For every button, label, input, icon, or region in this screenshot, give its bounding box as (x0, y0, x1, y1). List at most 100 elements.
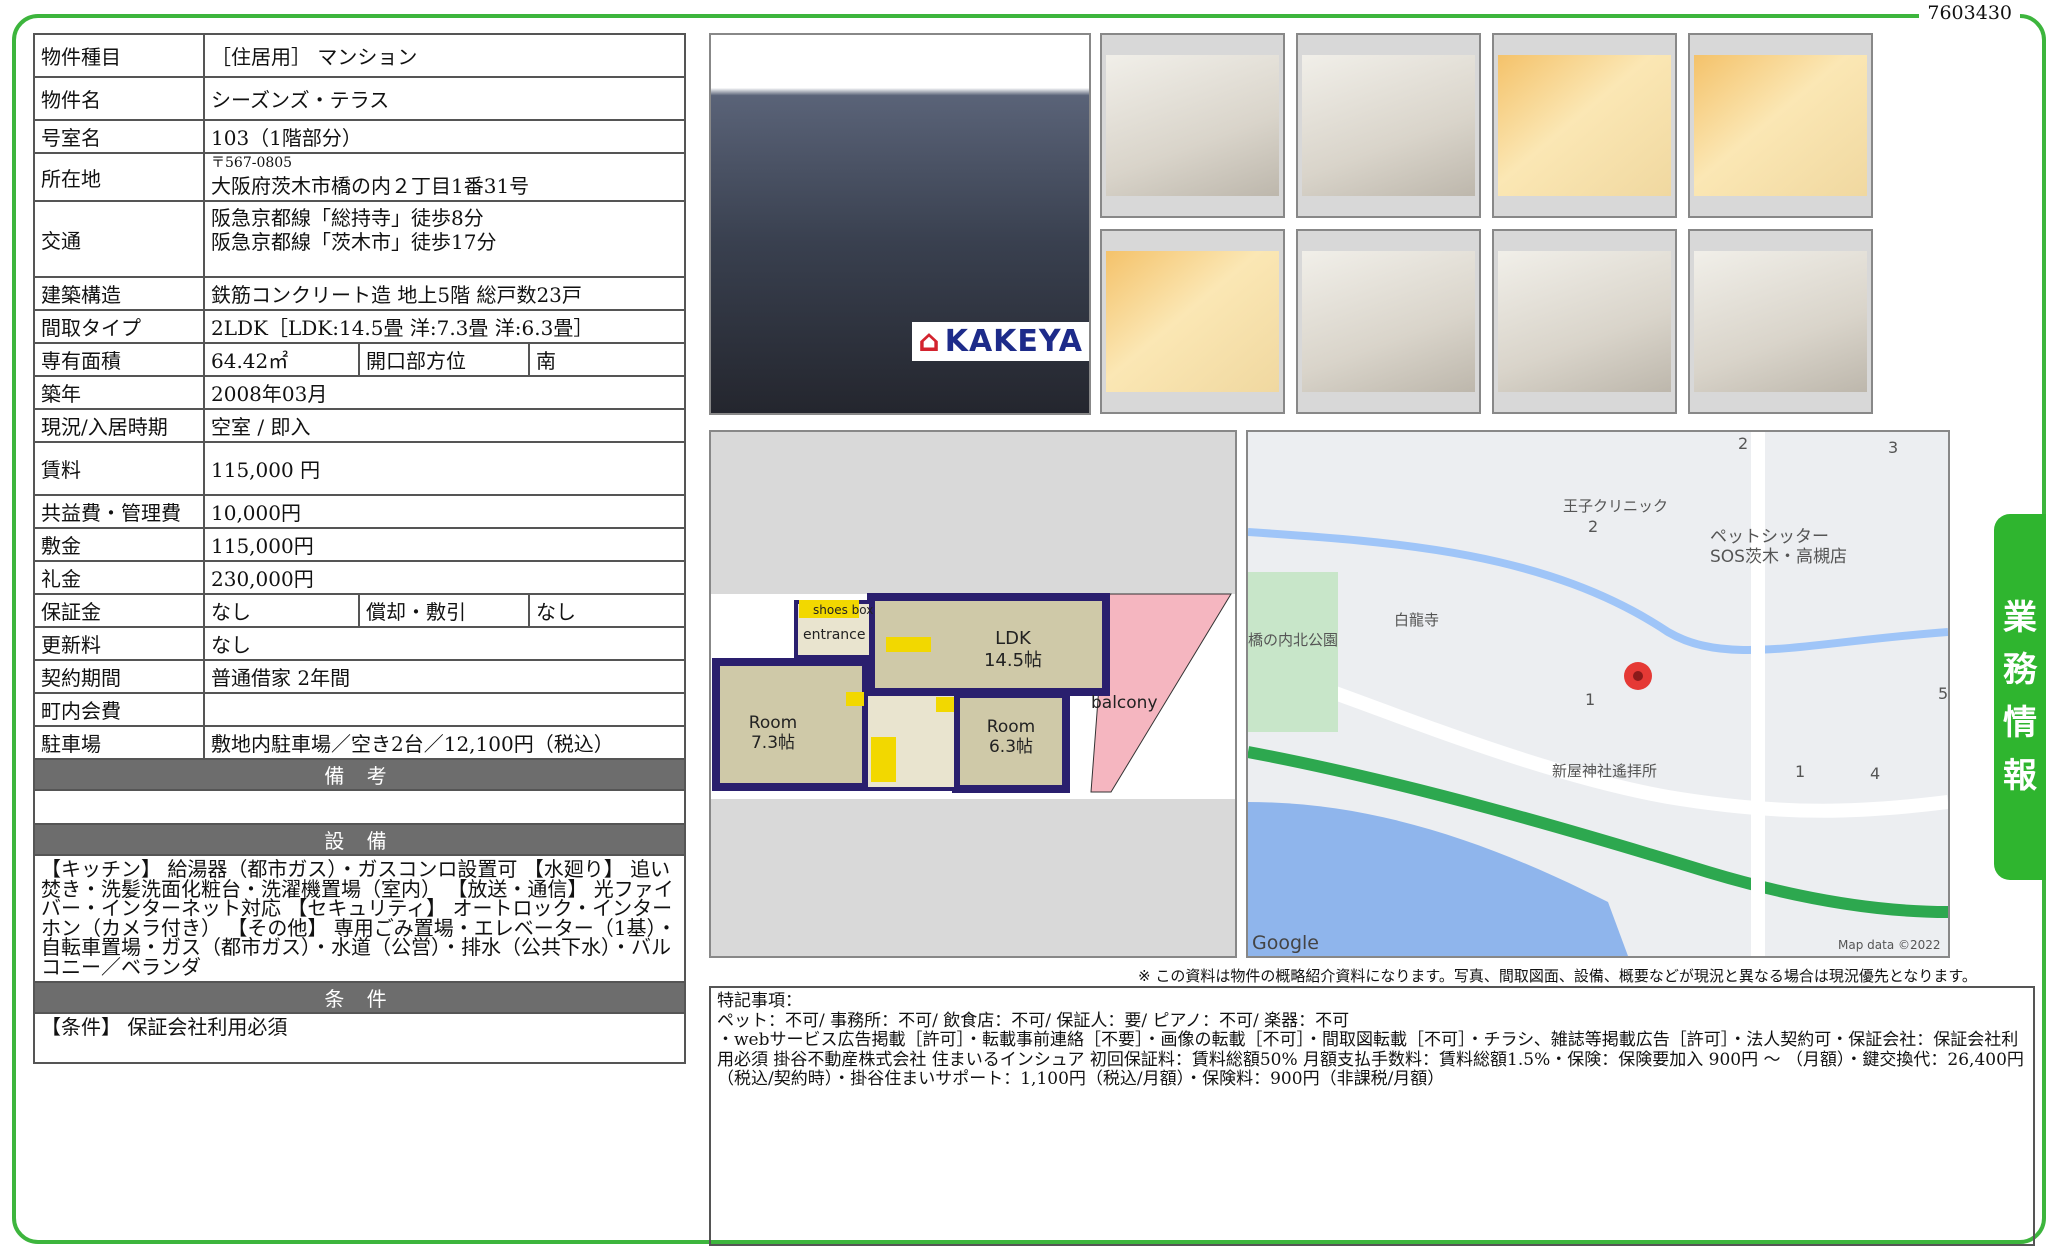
tab-char: 業 (2003, 597, 2037, 638)
room-photo[interactable] (1100, 33, 1285, 218)
park-label: 橋の内北公園 (1248, 631, 1339, 649)
storage-image (1694, 251, 1867, 392)
guarantee-value: なし (203, 593, 360, 628)
bath-photo[interactable] (1492, 33, 1677, 218)
fee-value: 10,000円 (203, 494, 686, 529)
access-line: 阪急京都線「総持寺」徒歩8分 (211, 206, 484, 230)
room2-label: Room (987, 717, 1035, 737)
room-label: 号室名 (33, 119, 205, 154)
block-number: 2 (1738, 434, 1749, 453)
business-info-tab[interactable]: 業 務 情 報 (1994, 514, 2046, 880)
remarks-header: 備 考 (33, 758, 686, 791)
orientation-value: 南 (528, 342, 686, 377)
rent-value: 115,000 円 (203, 441, 686, 496)
toilet-photo[interactable] (1688, 33, 1873, 218)
petsitter-branch-label: SOS茨木・高槻店 (1710, 547, 1847, 567)
closet-photo[interactable] (1492, 229, 1677, 414)
amortization-label: 償却・敷引 (358, 593, 530, 628)
kitchen-photo[interactable] (1296, 33, 1481, 218)
contract-value: 普通借家 2年間 (203, 659, 686, 694)
special-notes-line: ペット：不可/ 事務所：不可/ 飲食店：不可/ 保証人：要/ ピアノ：不可/ 楽… (717, 1010, 1350, 1031)
deposit-value: 115,000円 (203, 527, 686, 562)
hallway-photo[interactable] (1296, 229, 1481, 414)
block-number: 3 (1888, 438, 1899, 457)
house-icon: ⌂ (918, 324, 941, 359)
guarantee-label: 保証金 (33, 593, 205, 628)
deposit-label: 敷金 (33, 527, 205, 562)
block-number: 5 (1938, 684, 1949, 703)
town-fee-value (203, 692, 686, 727)
town-fee-label: 町内会費 (33, 692, 205, 727)
facilities-text: 【キッチン】 給湯器（都市ガス）・ガスコンロ設置可 【水廻り】 追い焚き・洗髪洗… (33, 854, 686, 983)
status-value: 空室 / 即入 (203, 408, 686, 443)
structure-label: 建築構造 (33, 276, 205, 311)
ldk-label: LDK (995, 628, 1032, 649)
shoes-box-label: shoes box (813, 603, 873, 617)
rent-label: 賃料 (33, 441, 205, 496)
kakeya-logo: ⌂ KAKEYA (912, 322, 1089, 361)
conditions-header: 条 件 (33, 981, 686, 1014)
status-label: 現況/入居時期 (33, 408, 205, 443)
logo-text: KAKEYA (944, 324, 1083, 359)
name-label: 物件名 (33, 76, 205, 121)
structure-value: 鉄筋コンクリート造 地上5階 総戸数23戸 (203, 276, 686, 311)
block-number: 2 (1588, 517, 1599, 536)
key-money-label: 礼金 (33, 560, 205, 595)
balcony-label: balcony (1091, 693, 1158, 713)
address-value: 大阪府茨木市橋の内２丁目1番31号 (211, 173, 530, 198)
facilities-header: 設 備 (33, 823, 686, 856)
name-value: シーズンズ・テラス (203, 76, 686, 121)
layout-label: 間取タイプ (33, 309, 205, 344)
remarks-content (33, 789, 686, 825)
layout-value: 2LDK［LDK:14.5畳 洋:7.3畳 洋:6.3畳］ (203, 309, 686, 344)
storage-photo[interactable] (1688, 229, 1873, 414)
area-label: 専有面積 (33, 342, 205, 377)
type-label: 物件種目 (33, 33, 205, 78)
address-cell: 〒567-0805 大阪府茨木市橋の内２丁目1番31号 (203, 152, 686, 202)
built-label: 築年 (33, 375, 205, 410)
special-notes-line: ・webサービス広告掲載［許可］・転載事前連絡［不要］・画像の転載［不可］・間取… (717, 1030, 2024, 1089)
document-id: 7603430 (1919, 2, 2020, 24)
area-value: 64.42㎡ (203, 342, 360, 377)
block-number: 1 (1585, 690, 1596, 709)
kitchen-image (1302, 55, 1475, 196)
closet-image (1498, 251, 1671, 392)
tab-char: 情 (2003, 703, 2037, 743)
tab-char: 報 (2003, 755, 2037, 796)
clinic-label: 王子クリニック (1563, 497, 1669, 515)
fee-label: 共益費・管理費 (33, 494, 205, 529)
temple-label: 白龍寺 (1394, 611, 1440, 629)
block-number: 1 (1795, 762, 1806, 781)
google-logo: Google (1252, 932, 1320, 954)
property-table: 物件種目 ［住居用］ マンション 物件名 シーズンズ・テラス 号室名 103（1階部分… (33, 33, 686, 1064)
disclaimer: ※ この資料は物件の概略紹介資料になります。写真、間取図面、設備、概要などが現況… (1138, 967, 1977, 985)
bath-image (1498, 55, 1671, 196)
floor-plan[interactable]: shoes box entrance LDK 14.5帖 Room 7.3帖 R… (709, 430, 1237, 958)
parking-label: 駐車場 (33, 725, 205, 760)
room1-size: 7.3帖 (751, 733, 795, 753)
built-value: 2008年03月 (203, 375, 686, 410)
amortization-value: なし (528, 593, 686, 628)
block-number: 4 (1870, 764, 1881, 783)
room2-size: 6.3帖 (989, 737, 1033, 757)
address-label: 所在地 (33, 152, 205, 202)
location-map[interactable]: 王子クリニック ペットシッター SOS茨木・高槻店 橋の内北公園 白龍寺 新屋神… (1246, 430, 1950, 958)
washroom-image (1106, 251, 1279, 392)
room1-label: Room (749, 713, 797, 733)
special-notes-title: 特記事項： (717, 991, 802, 1011)
building-photo[interactable]: ⌂ KAKEYA (709, 33, 1091, 415)
renewal-label: 更新料 (33, 626, 205, 661)
tab-char: 務 (2003, 650, 2037, 691)
washroom-photo[interactable] (1100, 229, 1285, 414)
room-image (1106, 55, 1279, 196)
hallway-image (1302, 251, 1475, 392)
type-value: ［住居用］ マンション (203, 33, 686, 78)
orientation-label: 開口部方位 (358, 342, 530, 377)
shrine-label: 新屋神社遙拝所 (1552, 762, 1658, 780)
special-notes: 特記事項： ペット：不可/ 事務所：不可/ 飲食店：不可/ 保証人：要/ ピアノ… (709, 986, 2035, 1246)
entrance-label: entrance (803, 627, 866, 643)
contract-label: 契約期間 (33, 659, 205, 694)
access-line: 阪急京都線「茨木市」徒歩17分 (211, 230, 497, 254)
floor-plan-drawing: shoes box entrance LDK 14.5帖 Room 7.3帖 R… (711, 593, 1235, 799)
ldk-size: 14.5帖 (984, 650, 1042, 671)
